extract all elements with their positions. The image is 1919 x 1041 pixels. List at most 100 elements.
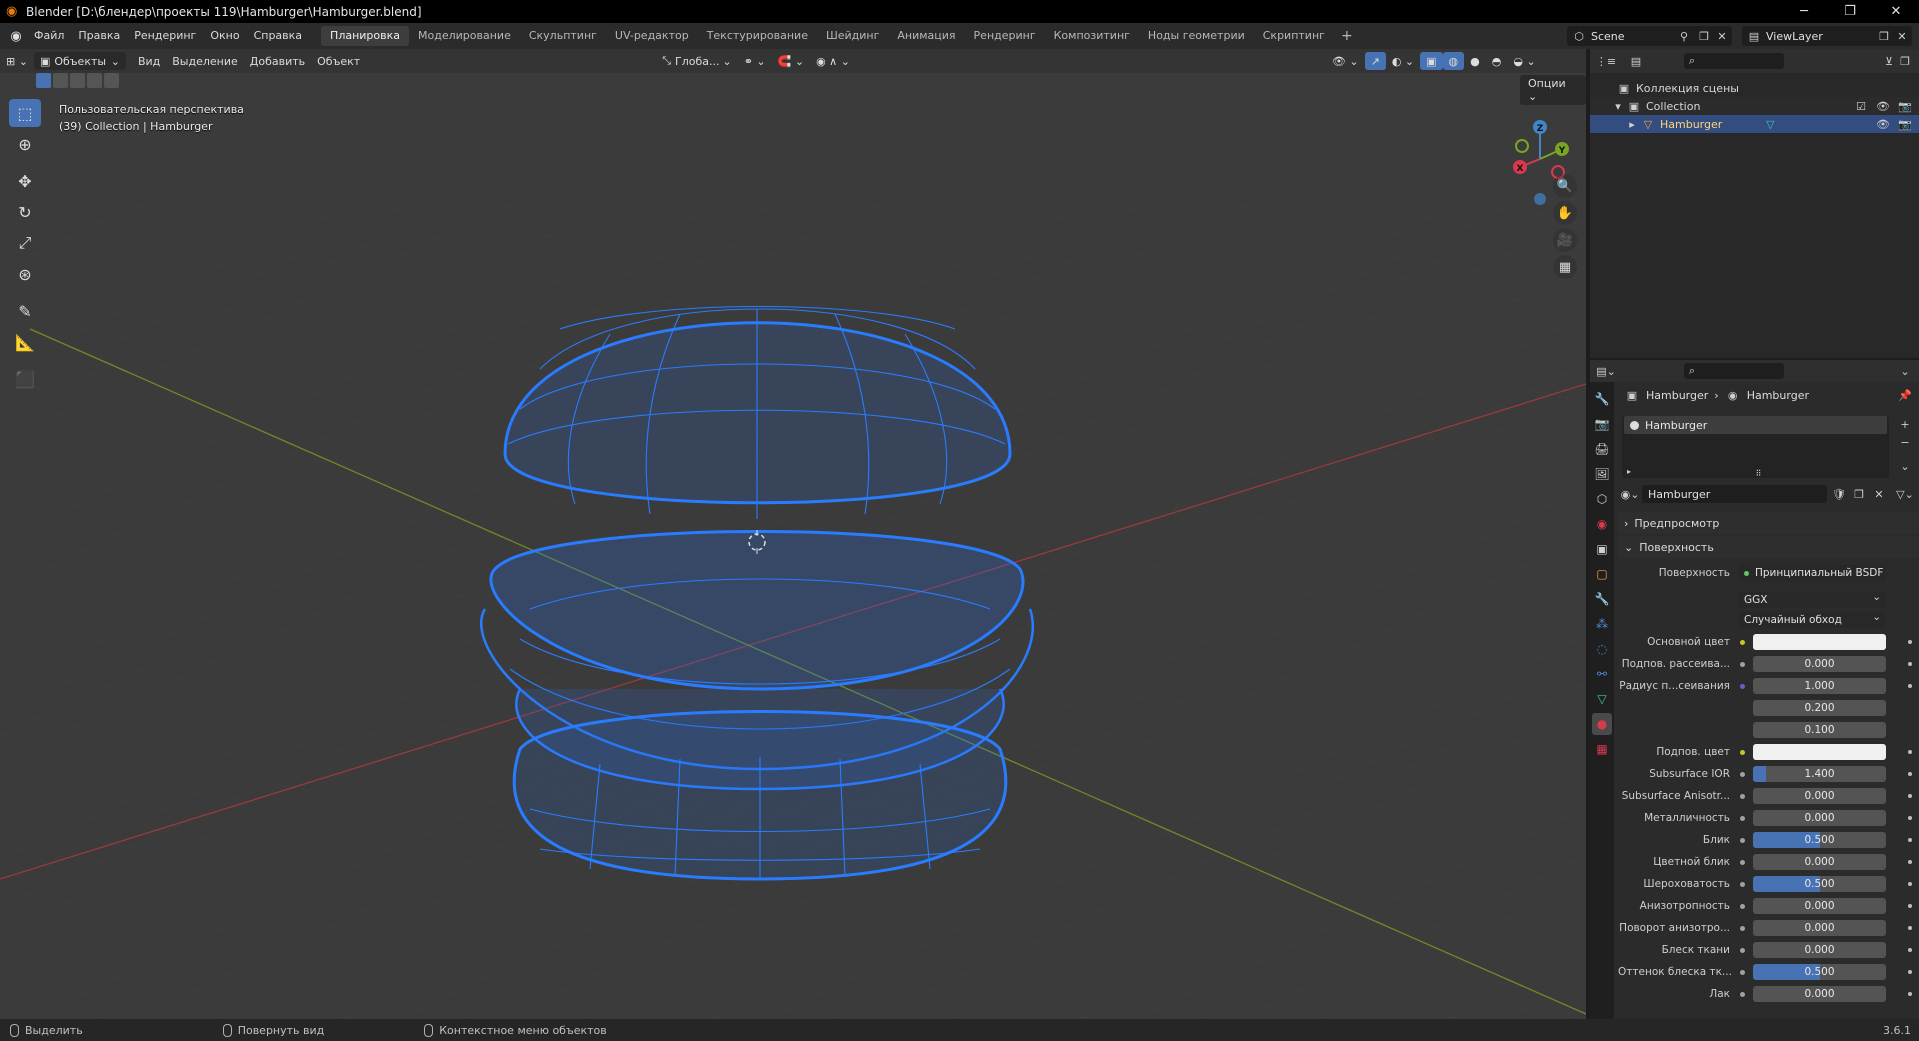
material-shading-button[interactable]: ◓: [1486, 52, 1508, 70]
value-slider[interactable]: 0.100: [1753, 722, 1886, 738]
keyframe-dot-icon[interactable]: [1908, 926, 1912, 930]
chevron-right-icon[interactable]: ▸: [1624, 116, 1640, 132]
value-slider[interactable]: 0.000: [1753, 986, 1886, 1002]
fake-user-icon[interactable]: 🛡: [1831, 486, 1847, 502]
value-slider[interactable]: 0.000: [1753, 810, 1886, 826]
eye-icon[interactable]: 👁: [1875, 98, 1891, 114]
physics-tab-icon[interactable]: ◌: [1592, 638, 1612, 660]
transform-tool-icon[interactable]: ⊛: [9, 260, 41, 288]
socket-icon[interactable]: [1736, 815, 1748, 821]
menu-item-3[interactable]: Окно: [203, 26, 246, 46]
keyframe-dot-icon[interactable]: [1908, 640, 1912, 644]
workspace-tab-0[interactable]: Планировка: [321, 26, 410, 46]
outliner-editor-icon[interactable]: ⋮≡: [1596, 53, 1616, 69]
menu-item-2[interactable]: Рендеринг: [127, 26, 203, 46]
keyframe-dot-icon[interactable]: [1908, 794, 1912, 798]
workspace-tab-7[interactable]: Рендеринг: [965, 26, 1045, 46]
add-slot-icon[interactable]: +: [1897, 416, 1913, 432]
slot-specials-icon[interactable]: ⌄: [1897, 458, 1913, 474]
workspace-tab-9[interactable]: Ноды геометрии: [1139, 26, 1254, 46]
select-subtract-button[interactable]: [70, 73, 85, 88]
distribution-dropdown[interactable]: GGX: [1739, 589, 1886, 608]
keyframe-dot-icon[interactable]: [1908, 684, 1912, 688]
workspace-tab-4[interactable]: Текстурирование: [698, 26, 817, 46]
subsurface-method-dropdown[interactable]: Случайный обход: [1739, 609, 1886, 628]
menu-item-1[interactable]: Правка: [71, 26, 127, 46]
annotate-tool-icon[interactable]: ✎: [9, 297, 41, 325]
add-workspace-button[interactable]: +: [1334, 28, 1360, 44]
keyframe-dot-icon[interactable]: [1908, 992, 1912, 996]
scene-tab-icon[interactable]: ⬡: [1592, 488, 1612, 510]
view-layer-selector[interactable]: ▤ ViewLayer ❐ ✕: [1742, 26, 1912, 46]
scale-tool-icon[interactable]: ⤢: [9, 229, 41, 257]
keyframe-dot-icon[interactable]: [1908, 772, 1912, 776]
keyframe-dot-icon[interactable]: [1908, 970, 1912, 974]
render-tab-icon[interactable]: 📷: [1592, 413, 1612, 435]
socket-icon[interactable]: [1736, 639, 1748, 645]
value-slider[interactable]: 0.500: [1753, 832, 1886, 848]
value-slider[interactable]: 1.000: [1753, 678, 1886, 694]
select-intersect-button[interactable]: [104, 73, 119, 88]
checkbox-icon[interactable]: ☑: [1853, 98, 1869, 114]
wireframe-shading-button[interactable]: ◍: [1442, 52, 1465, 70]
value-slider[interactable]: 0.000: [1753, 942, 1886, 958]
new-collection-icon[interactable]: ❐: [1897, 53, 1913, 69]
workspace-tab-8[interactable]: Композитинг: [1045, 26, 1139, 46]
keyframe-dot-icon[interactable]: [1908, 838, 1912, 842]
delete-view-layer-icon[interactable]: ✕: [1894, 28, 1910, 44]
view-layer-tab-icon[interactable]: 🖼: [1592, 463, 1612, 485]
material-slot-list[interactable]: Hamburger ▸ ⠿ + − ⌄: [1622, 416, 1910, 478]
object-tab-icon[interactable]: ▢: [1592, 563, 1612, 585]
ortho-grid-icon[interactable]: ▦: [1553, 255, 1577, 279]
3d-viewport[interactable]: ⊞ ⌄ ▣ Объекты ⌄ Вид Выделение Добавить Объе…: [0, 49, 1586, 1019]
select-invert-button[interactable]: [87, 73, 102, 88]
texture-tab-icon[interactable]: ▦: [1592, 738, 1612, 760]
visibility-button[interactable]: 👁 ⌄: [1326, 52, 1365, 70]
camera-view-icon[interactable]: 🎥: [1553, 228, 1577, 252]
socket-icon[interactable]: [1736, 661, 1748, 667]
outliner-search-input[interactable]: ⌕: [1684, 53, 1784, 69]
rotate-tool-icon[interactable]: ↻: [9, 198, 41, 226]
select-extend-button[interactable]: [53, 73, 68, 88]
filter-icon[interactable]: ⊻: [1881, 53, 1897, 69]
select-box-tool-icon[interactable]: ⬚: [9, 99, 41, 127]
neg-y-handle[interactable]: [1515, 139, 1529, 153]
value-slider[interactable]: 0.000: [1753, 920, 1886, 936]
material-name-field[interactable]: Hamburger: [1642, 485, 1827, 503]
tool-tab-icon[interactable]: 🔧: [1592, 388, 1612, 410]
constraints-tab-icon[interactable]: ⚯: [1592, 663, 1612, 685]
collection-tab-icon[interactable]: ▣: [1592, 538, 1612, 560]
workspace-tab-5[interactable]: Шейдинг: [817, 26, 888, 46]
outliner-row-collection[interactable]: ▾ ▣ Collection ☑ 👁 📷: [1590, 97, 1919, 115]
eye-icon[interactable]: 👁: [1875, 116, 1891, 132]
surface-shader-selector[interactable]: Принципиальный BSDF: [1739, 565, 1886, 581]
value-slider[interactable]: 0.000: [1753, 854, 1886, 870]
properties-editor-icon[interactable]: ▤⌄: [1596, 363, 1616, 379]
socket-icon[interactable]: [1736, 925, 1748, 931]
close-button[interactable]: ✕: [1873, 0, 1919, 23]
color-swatch[interactable]: [1753, 744, 1886, 760]
orientation-selector[interactable]: ⤡ Глоба... ⌄: [656, 52, 738, 70]
keyframe-dot-icon[interactable]: [1908, 662, 1912, 666]
camera-icon[interactable]: 📷: [1897, 98, 1913, 114]
workspace-tab-3[interactable]: UV-редактор: [606, 26, 698, 46]
socket-icon[interactable]: [1736, 903, 1748, 909]
surface-panel-header[interactable]: ⌄ Поверхность: [1618, 536, 1919, 558]
add-cube-tool-icon[interactable]: ⬛: [9, 365, 41, 393]
socket-icon[interactable]: [1736, 837, 1748, 843]
minimize-button[interactable]: ─: [1781, 0, 1827, 23]
output-tab-icon[interactable]: 🖨: [1592, 438, 1612, 460]
delete-scene-icon[interactable]: ✕: [1714, 28, 1730, 44]
workspace-tab-1[interactable]: Моделирование: [409, 26, 520, 46]
viewport-menu-0[interactable]: Вид: [132, 52, 166, 70]
socket-icon[interactable]: [1736, 793, 1748, 799]
workspace-tab-10[interactable]: Скриптинг: [1254, 26, 1334, 46]
measure-tool-icon[interactable]: 📐: [9, 328, 41, 356]
value-slider[interactable]: 0.000: [1753, 656, 1886, 672]
pin-icon[interactable]: ⚲: [1676, 28, 1692, 44]
keyframe-dot-icon[interactable]: [1908, 948, 1912, 952]
value-slider[interactable]: 0.000: [1753, 788, 1886, 804]
modifier-tab-icon[interactable]: 🔧: [1592, 588, 1612, 610]
color-swatch[interactable]: [1753, 634, 1886, 650]
expand-icon[interactable]: ▸: [1627, 467, 1631, 476]
